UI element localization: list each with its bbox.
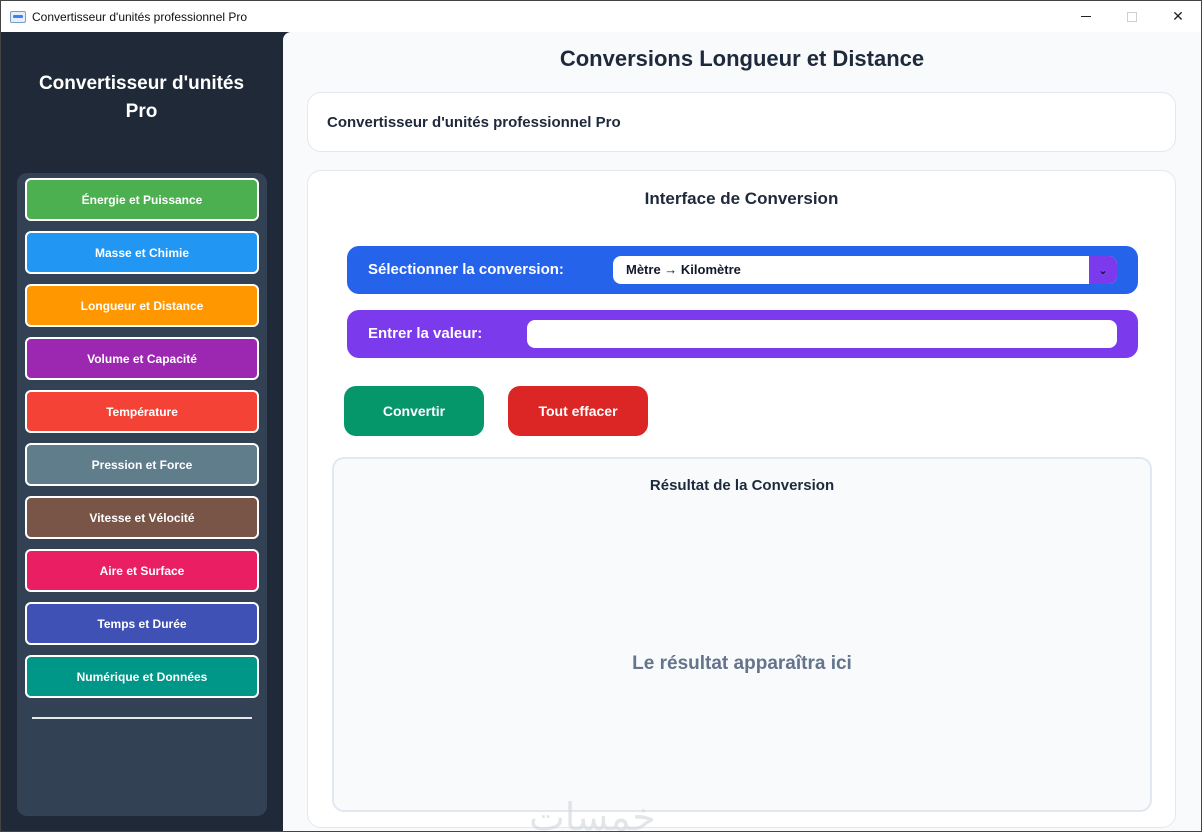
category-longueur-distance[interactable]: Longueur et Distance — [25, 284, 259, 327]
close-icon: ✕ — [1172, 8, 1184, 24]
category-volume-capacite[interactable]: Volume et Capacité — [25, 337, 259, 380]
category-vitesse-velocite[interactable]: Vitesse et Vélocité — [25, 496, 259, 539]
window-controls: ✕ — [1063, 1, 1201, 32]
maximize-icon — [1127, 11, 1137, 22]
category-aire-surface[interactable]: Aire et Surface — [25, 549, 259, 592]
page-title: Conversions Longueur et Distance — [559, 46, 925, 71]
category-temperature[interactable]: Température — [25, 390, 259, 433]
watermark-logo: خمسات — [529, 795, 656, 832]
title-bar: Convertisseur d'unités professionnel Pro… — [1, 1, 1201, 32]
value-input[interactable] — [527, 320, 1117, 348]
result-placeholder: Le résultat apparaîtra ici — [632, 653, 852, 674]
result-title: Résultat de la Conversion — [649, 477, 835, 494]
chevron-down-icon[interactable]: ⌄ — [1089, 256, 1117, 284]
category-pression-force[interactable]: Pression et Force — [25, 443, 259, 486]
value-label: Entrer la valeur: — [368, 325, 483, 342]
interface-title: Interface de Conversion — [644, 189, 839, 208]
info-card-text: Convertisseur d'unités professionnel Pro — [327, 113, 621, 131]
sidebar-divider — [32, 717, 252, 719]
info-card: Convertisseur d'unités professionnel Pro — [307, 92, 1176, 152]
conversion-select-row: Sélectionner la conversion: Mètre → Kilo… — [347, 246, 1138, 294]
category-temps-duree[interactable]: Temps et Durée — [25, 602, 259, 645]
convert-button[interactable]: Convertir — [344, 386, 484, 436]
clear-all-button[interactable]: Tout effacer — [508, 386, 648, 436]
sidebar-title: Convertisseur d'unités Pro — [38, 73, 245, 122]
maximize-button[interactable] — [1109, 1, 1155, 32]
main-content: Conversions Longueur et Distance Convert… — [283, 32, 1201, 831]
minimize-button[interactable] — [1063, 1, 1109, 32]
conversion-select[interactable]: Mètre → Kilomètre ⌄ — [613, 256, 1117, 284]
select-value: Mètre → Kilomètre — [626, 262, 741, 277]
app-window: Convertisseur d'unités professionnel Pro… — [0, 0, 1202, 832]
minimize-icon — [1081, 16, 1091, 17]
category-energie-puissance[interactable]: Énergie et Puissance — [25, 178, 259, 221]
select-label: Sélectionner la conversion: — [368, 261, 564, 278]
category-masse-chimie[interactable]: Masse et Chimie — [25, 231, 259, 274]
close-button[interactable]: ✕ — [1155, 1, 1201, 32]
category-panel: Énergie et Puissance Masse et Chimie Lon… — [17, 173, 267, 816]
app-icon — [10, 10, 26, 23]
value-input-row: Entrer la valeur: — [347, 310, 1138, 358]
result-panel: Résultat de la Conversion Le résultat ap… — [332, 457, 1152, 812]
window-title: Convertisseur d'unités professionnel Pro — [32, 9, 248, 24]
category-numerique-donnees[interactable]: Numérique et Données — [25, 655, 259, 698]
conversion-card: Interface de Conversion Sélectionner la … — [307, 170, 1176, 828]
sidebar: Convertisseur d'unités Pro Énergie et Pu… — [2, 32, 281, 831]
